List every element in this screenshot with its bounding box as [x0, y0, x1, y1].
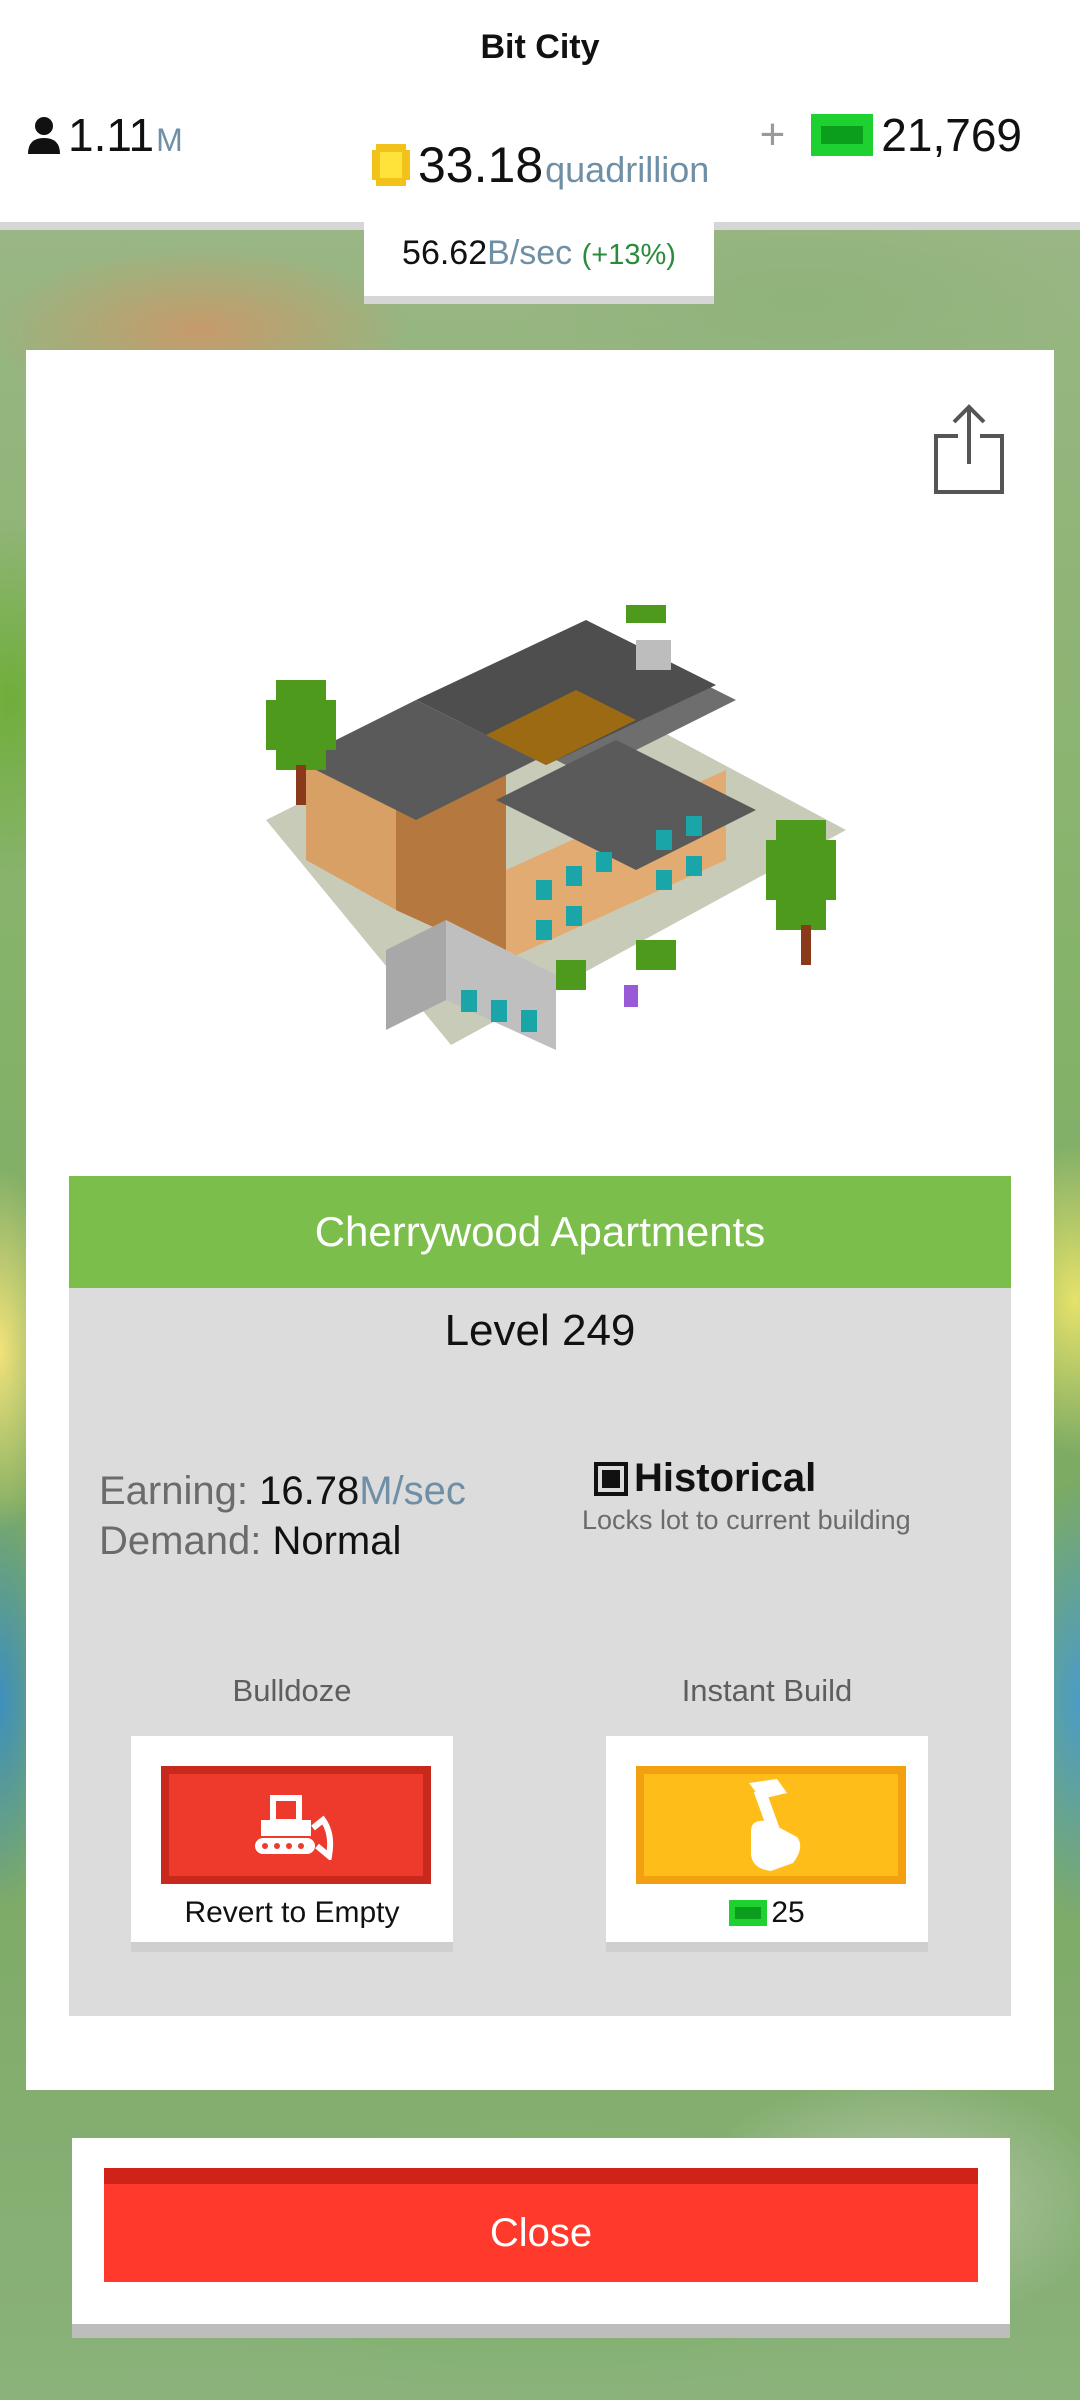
- demand-row: Demand: Normal: [99, 1516, 466, 1566]
- cash-value: 21,769: [881, 109, 1022, 161]
- demand-value: Normal: [272, 1519, 402, 1563]
- instant-build-label: Instant Build: [681, 1673, 853, 1708]
- income-boost: (+13%): [581, 239, 676, 271]
- coins-value: 33.18: [418, 137, 544, 193]
- building-stats: Earning: 16.78M/sec Demand: Normal: [99, 1466, 466, 1566]
- coins-unit: quadrillion: [545, 149, 710, 190]
- demand-label: Demand:: [99, 1519, 262, 1563]
- earning-row: Earning: 16.78M/sec: [99, 1466, 466, 1516]
- cash-counter[interactable]: + 21,769: [760, 108, 1022, 162]
- cash-bill-icon: [729, 1900, 768, 1926]
- bulldoze-label: Bulldoze: [232, 1673, 352, 1708]
- earning-value: 16.78: [259, 1469, 360, 1513]
- top-bar: Bit City 1.11 M 33.18 quadrillion + 21,7…: [0, 0, 1080, 230]
- population-counter[interactable]: 1.11 M: [26, 108, 183, 162]
- instant-build-card: 25: [606, 1736, 928, 1952]
- close-frame: Close: [72, 2138, 1010, 2338]
- hammer-icon: [749, 1779, 801, 1871]
- population-value: 1.11: [68, 109, 155, 161]
- population-unit: M: [156, 122, 183, 158]
- bulldoze-button[interactable]: [161, 1766, 431, 1884]
- close-button[interactable]: Close: [104, 2168, 978, 2282]
- building-level: Level 249: [444, 1306, 636, 1355]
- cash-bill-icon: [811, 114, 874, 156]
- historical-checkbox[interactable]: [594, 1461, 628, 1496]
- historical-title: Historical: [634, 1456, 817, 1500]
- income-rate-tab: 56.62B/sec (+13%): [364, 210, 714, 304]
- building-info-panel: Cherrywood Apartments Level 249 Earning:…: [69, 1176, 1011, 2016]
- person-icon: [28, 117, 60, 154]
- bulldoze-caption: Revert to Empty: [184, 1896, 400, 1929]
- building-card: Cherrywood Apartments Level 249 Earning:…: [26, 350, 1054, 2090]
- bulldozer-icon: [255, 1795, 334, 1860]
- app-title: Bit City: [480, 28, 600, 66]
- income-rate-value: 56.62: [402, 234, 488, 272]
- add-cash-button[interactable]: +: [760, 110, 786, 160]
- building-image: [266, 605, 846, 1050]
- earning-unit: M/sec: [359, 1469, 466, 1513]
- coin-icon: [372, 144, 410, 186]
- earning-label: Earning:: [99, 1469, 248, 1513]
- historical-toggle[interactable]: Historical Locks lot to current building: [582, 1456, 911, 1536]
- income-rate-unit: B/sec: [487, 234, 573, 272]
- instant-build-cost: 25: [606, 1896, 928, 1930]
- bulldoze-card: Revert to Empty: [131, 1736, 453, 1952]
- coins-counter[interactable]: 33.18 quadrillion: [370, 136, 709, 194]
- instant-build-button[interactable]: [636, 1766, 906, 1884]
- building-name: Cherrywood Apartments: [69, 1176, 1011, 1288]
- instant-build-cost-value: 25: [771, 1896, 805, 1929]
- share-icon[interactable]: [930, 402, 1008, 498]
- historical-subtitle: Locks lot to current building: [582, 1505, 911, 1535]
